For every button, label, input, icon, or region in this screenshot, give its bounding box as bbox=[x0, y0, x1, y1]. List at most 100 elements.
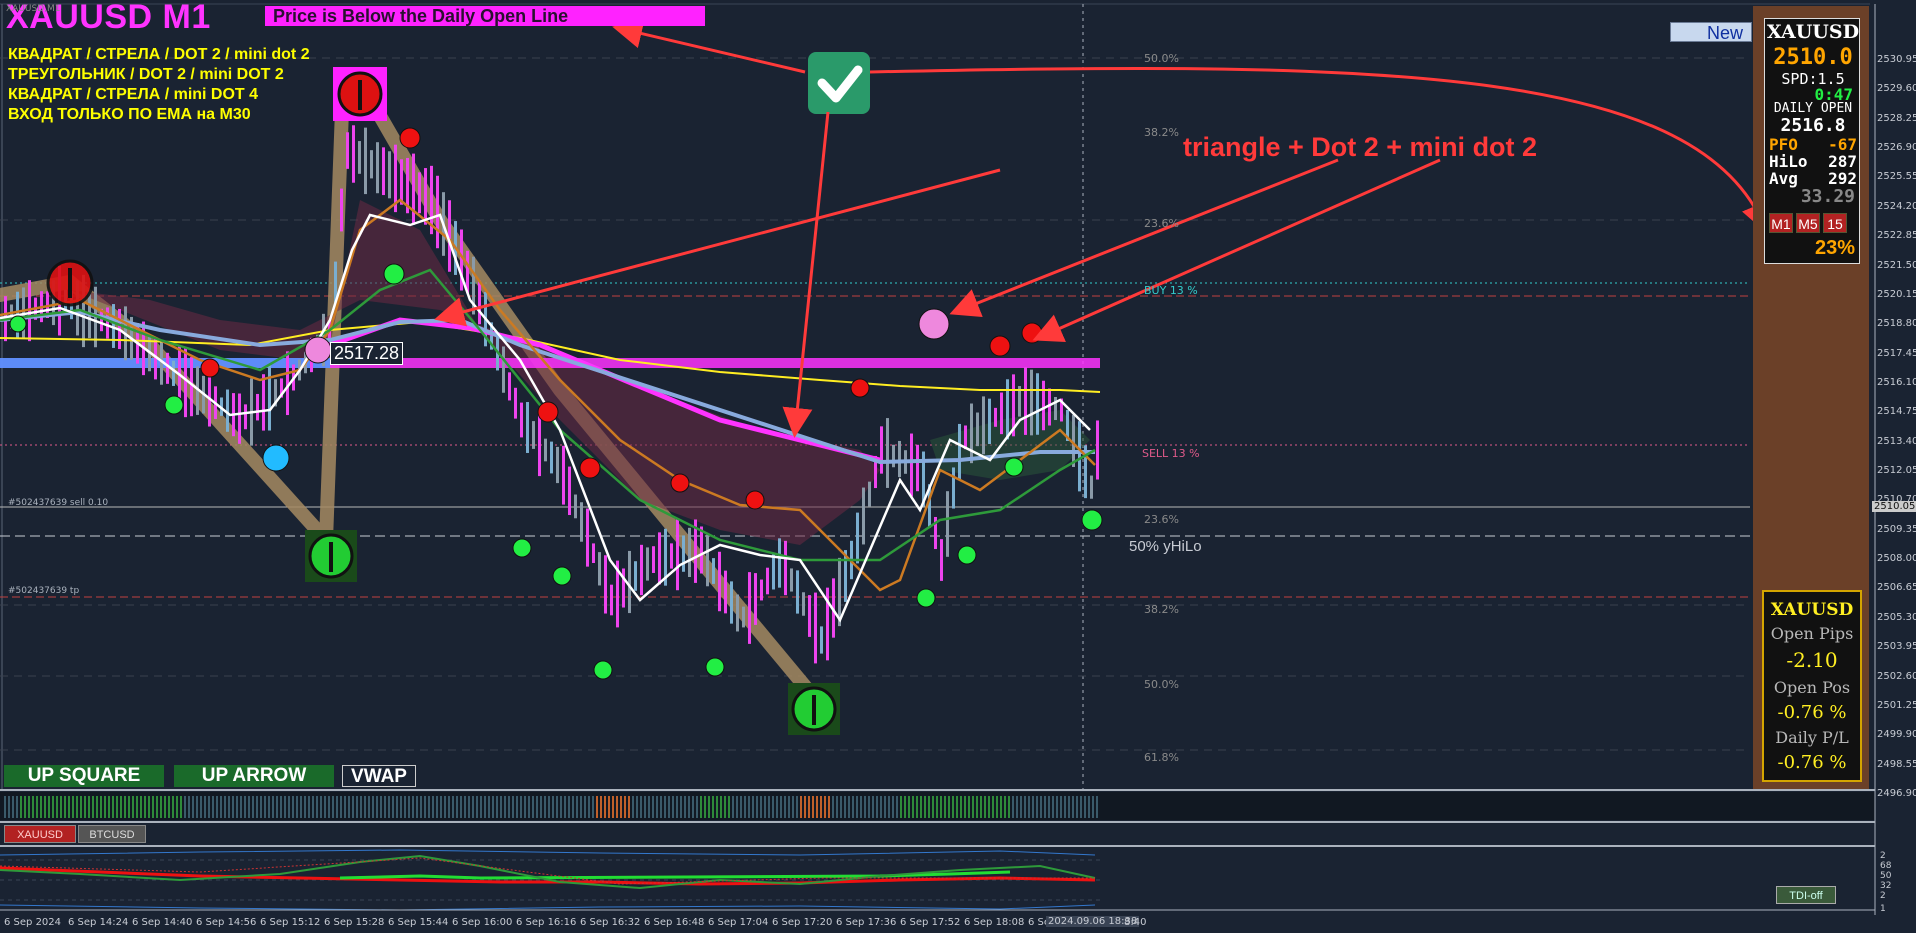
candle bbox=[910, 433, 913, 497]
tab-xauusd[interactable]: XAUUSD bbox=[4, 825, 76, 843]
tdi-off-button[interactable]: TDI-off bbox=[1776, 886, 1836, 904]
strip-bar bbox=[720, 796, 722, 818]
strip-bar bbox=[868, 796, 870, 818]
strip-bar bbox=[400, 796, 402, 818]
strip-bar bbox=[916, 796, 918, 818]
strip-bar bbox=[708, 796, 710, 818]
time-tick: 6 Sep 17:04 bbox=[708, 917, 769, 928]
candle bbox=[670, 543, 673, 569]
strip-bar bbox=[20, 796, 22, 818]
signal-dot bbox=[1021, 322, 1043, 344]
strip-bar bbox=[320, 796, 322, 818]
candle bbox=[736, 594, 739, 632]
strip-bar bbox=[760, 796, 762, 818]
strip-bar bbox=[1060, 796, 1062, 818]
price-tick: 2499.90 bbox=[1877, 729, 1916, 741]
candle bbox=[622, 568, 625, 608]
candle bbox=[370, 150, 373, 179]
candle bbox=[634, 561, 637, 591]
tab-btcusd[interactable]: BTCUSD bbox=[78, 825, 146, 843]
trend-lines bbox=[0, 85, 815, 697]
price-tick: 2517.45 bbox=[1877, 347, 1916, 359]
strip-bar bbox=[776, 796, 778, 818]
strip-bar bbox=[84, 796, 86, 818]
strip-bar bbox=[964, 796, 966, 818]
signal-dot bbox=[593, 660, 613, 680]
pos-daily-pl-label: Daily P/L bbox=[1775, 728, 1849, 747]
strip-bar bbox=[900, 796, 902, 818]
signal-dot bbox=[989, 335, 1011, 357]
strip-bar bbox=[752, 796, 754, 818]
candle bbox=[256, 393, 259, 421]
price-tick: 2529.60 bbox=[1877, 83, 1916, 95]
candle bbox=[502, 346, 505, 393]
strip-bar bbox=[948, 796, 950, 818]
strip-bar bbox=[1088, 796, 1090, 818]
strip-bar bbox=[1024, 796, 1026, 818]
strip-bar bbox=[784, 796, 786, 818]
candle bbox=[1024, 367, 1027, 435]
candle bbox=[868, 481, 871, 507]
info-daily-open-label: DAILY OPEN bbox=[1773, 101, 1853, 116]
up-square-button[interactable]: UP SQUARE bbox=[4, 765, 164, 787]
candle bbox=[388, 151, 391, 199]
candle bbox=[340, 188, 343, 232]
strip-bar bbox=[972, 796, 974, 818]
strip-bar bbox=[668, 796, 670, 818]
strip-bar bbox=[704, 796, 706, 818]
candle bbox=[970, 403, 973, 464]
strip-bar bbox=[404, 796, 406, 818]
strip-bar bbox=[636, 796, 638, 818]
strip-bar bbox=[408, 796, 410, 818]
candle bbox=[994, 407, 997, 427]
candle bbox=[646, 547, 649, 581]
strip-bar bbox=[724, 796, 726, 818]
pos-open-pips-label: Open Pips bbox=[1770, 624, 1854, 643]
strip-bar bbox=[864, 796, 866, 818]
candle bbox=[562, 445, 565, 505]
strip-bar bbox=[72, 796, 74, 818]
price-tick: 2508.00 bbox=[1877, 553, 1916, 565]
indicator-tick: 2 bbox=[1880, 891, 1886, 901]
timeframe-m1-button[interactable]: M1 bbox=[1769, 213, 1793, 233]
time-tick: 6 Sep 15:28 bbox=[324, 917, 385, 928]
price-tick: 2512.05 bbox=[1877, 465, 1916, 477]
annotation-arrows bbox=[434, 18, 1770, 438]
strip-bar bbox=[252, 796, 254, 818]
strip-bar bbox=[104, 796, 106, 818]
new-button[interactable]: New bbox=[1670, 22, 1752, 43]
strip-bar bbox=[920, 796, 922, 818]
timeframe-m5-button[interactable]: M5 bbox=[1796, 213, 1820, 233]
indicator-tick: 68 bbox=[1880, 861, 1892, 871]
vwap-button[interactable]: VWAP bbox=[342, 765, 416, 787]
strip-bar bbox=[536, 796, 538, 818]
price-tick: 2509.35 bbox=[1877, 523, 1916, 535]
strip-bar bbox=[652, 796, 654, 818]
strip-bar bbox=[196, 796, 198, 818]
up-arrow-button[interactable]: UP ARROW bbox=[174, 765, 334, 787]
candle bbox=[586, 508, 589, 567]
candle bbox=[940, 539, 943, 581]
strip-bar bbox=[1084, 796, 1086, 818]
candle bbox=[598, 552, 601, 586]
signal-dot bbox=[918, 308, 950, 340]
strip-bar bbox=[684, 796, 686, 818]
strip-bar bbox=[316, 796, 318, 818]
strip-bar bbox=[200, 796, 202, 818]
indicator-tick: 50 bbox=[1880, 871, 1892, 881]
strip-bar bbox=[136, 796, 138, 818]
strip-bar bbox=[412, 796, 414, 818]
strip-bar bbox=[956, 796, 958, 818]
candle bbox=[688, 527, 691, 577]
strip-bar bbox=[64, 796, 66, 818]
strip-bar bbox=[764, 796, 766, 818]
strip-bar bbox=[840, 796, 842, 818]
candle bbox=[652, 546, 655, 573]
price-chart[interactable] bbox=[0, 0, 1916, 933]
strip-bar bbox=[600, 796, 602, 818]
pos-open-pos: -0.76 % bbox=[1777, 702, 1847, 723]
strip-bar bbox=[520, 796, 522, 818]
candle bbox=[1078, 421, 1081, 492]
timeframe-15-button[interactable]: 15 bbox=[1823, 213, 1847, 233]
yhilo-label: 50% yHiLo bbox=[1129, 538, 1202, 555]
